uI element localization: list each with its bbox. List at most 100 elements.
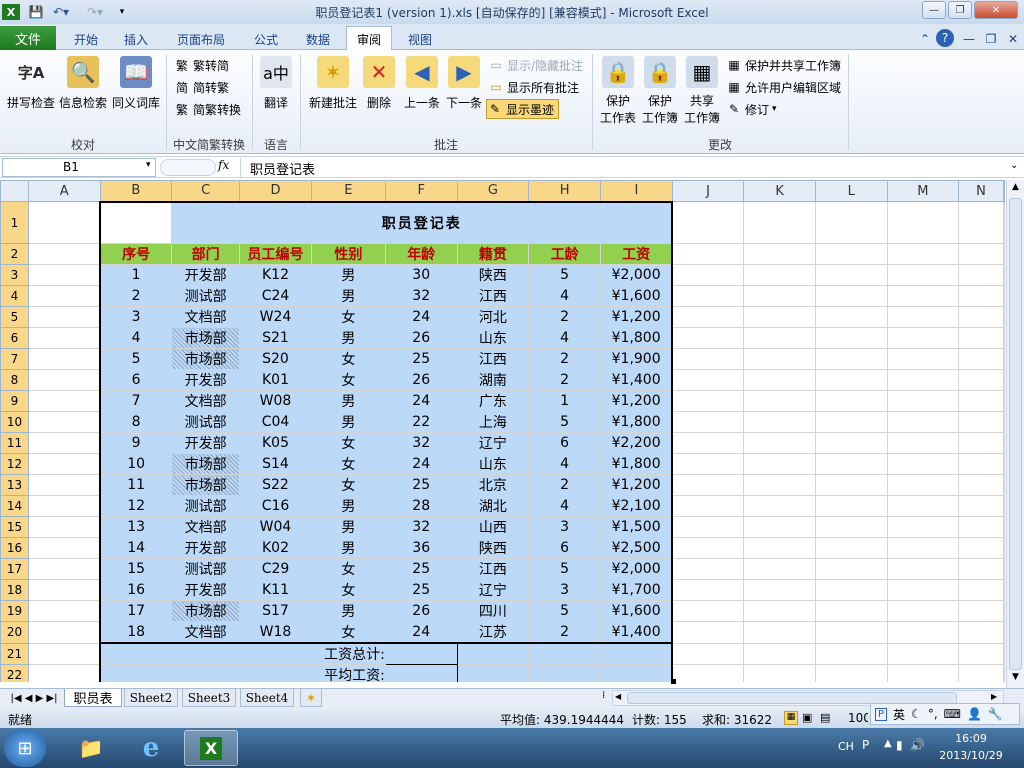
table-cell[interactable]: 12 bbox=[99, 495, 173, 517]
protect-sheet-button[interactable]: 🔒 保护 工作表 bbox=[598, 56, 638, 126]
protect-share-workbook-button[interactable]: ▦ 保护并共享工作簿 bbox=[726, 56, 841, 74]
table-header-cell[interactable]: 部门 bbox=[171, 243, 241, 265]
table-cell[interactable]: 江西 bbox=[456, 348, 530, 370]
empty-cell[interactable] bbox=[1003, 432, 1005, 454]
table-cell[interactable]: 2 bbox=[528, 474, 601, 496]
table-cell[interactable]: ¥1,200 bbox=[599, 474, 674, 496]
empty-cell[interactable] bbox=[1003, 495, 1005, 517]
empty-cell[interactable] bbox=[671, 579, 745, 601]
table-cell[interactable]: 3 bbox=[528, 516, 601, 538]
table-cell[interactable]: 江西 bbox=[456, 285, 530, 307]
insert-sheet-icon[interactable]: ✶ bbox=[300, 689, 322, 707]
table-cell[interactable]: ¥1,500 bbox=[599, 516, 674, 538]
empty-cell[interactable] bbox=[814, 495, 888, 517]
table-cell[interactable]: 36 bbox=[384, 537, 458, 559]
empty-cell[interactable] bbox=[958, 411, 1004, 433]
table-cell[interactable]: ¥1,800 bbox=[599, 411, 674, 433]
sheet-nav-arrows-icon[interactable]: |◀ ◀ ▶ ▶| bbox=[4, 689, 64, 707]
empty-cell[interactable] bbox=[886, 243, 960, 265]
row-header-8[interactable]: 8 bbox=[0, 369, 29, 391]
table-cell[interactable]: 26 bbox=[384, 327, 458, 349]
clock-date[interactable]: 2013/10/29 bbox=[930, 749, 1012, 762]
sheet-tab-active[interactable]: 职员表 bbox=[64, 689, 122, 707]
punctuation-icon[interactable]: °, bbox=[928, 707, 938, 721]
empty-cell[interactable] bbox=[886, 411, 960, 433]
column-header-j[interactable]: J bbox=[671, 180, 745, 202]
sheet-tab-2[interactable]: Sheet2 bbox=[124, 689, 178, 707]
table-cell[interactable]: 男 bbox=[310, 516, 386, 538]
table-cell[interactable] bbox=[239, 642, 312, 665]
table-cell[interactable]: 6 bbox=[99, 369, 173, 391]
empty-cell[interactable] bbox=[671, 411, 745, 433]
empty-cell[interactable] bbox=[671, 306, 745, 328]
table-cell[interactable]: 8 bbox=[99, 411, 173, 433]
table-cell[interactable]: 北京 bbox=[456, 474, 530, 496]
close-button[interactable]: ✕ bbox=[974, 1, 1018, 19]
empty-cell[interactable] bbox=[1003, 285, 1005, 307]
table-cell[interactable]: 26 bbox=[384, 600, 458, 622]
empty-cell[interactable] bbox=[886, 432, 960, 454]
table-cell[interactable]: 25 bbox=[384, 474, 458, 496]
table-cell[interactable]: 25 bbox=[384, 579, 458, 601]
empty-cell[interactable] bbox=[27, 495, 101, 517]
empty-cell[interactable] bbox=[958, 306, 1004, 328]
tab-home[interactable]: 开始 bbox=[66, 28, 106, 50]
table-cell[interactable]: C29 bbox=[239, 558, 312, 580]
row-header-9[interactable]: 9 bbox=[0, 390, 29, 412]
column-header-a[interactable]: A bbox=[27, 180, 101, 202]
empty-cell[interactable] bbox=[27, 285, 101, 307]
row-header-14[interactable]: 14 bbox=[0, 495, 29, 517]
empty-cell[interactable] bbox=[814, 390, 888, 412]
summary-value-cell[interactable] bbox=[384, 664, 458, 682]
expand-formula-bar-icon[interactable]: ⌄ bbox=[1010, 160, 1018, 171]
empty-cell[interactable] bbox=[1003, 621, 1005, 644]
table-header-cell[interactable]: 工资 bbox=[599, 243, 674, 265]
empty-cell[interactable] bbox=[671, 348, 745, 370]
table-cell[interactable]: 女 bbox=[310, 579, 386, 601]
show-hide-comment-button[interactable]: ▭ 显示/隐藏批注 bbox=[488, 56, 583, 74]
empty-cell[interactable] bbox=[27, 453, 101, 475]
empty-cell[interactable] bbox=[671, 474, 745, 496]
table-cell[interactable]: ¥1,600 bbox=[599, 600, 674, 622]
table-cell[interactable] bbox=[599, 664, 674, 682]
protect-workbook-button[interactable]: 🔒 保护 工作簿 bbox=[640, 56, 680, 126]
table-cell[interactable]: 测试部 bbox=[171, 495, 241, 517]
table-title[interactable]: 职员登记表 bbox=[171, 200, 674, 244]
table-cell[interactable]: 32 bbox=[384, 432, 458, 454]
empty-cell[interactable] bbox=[743, 474, 816, 496]
empty-cell[interactable] bbox=[671, 243, 745, 265]
table-cell[interactable]: 陕西 bbox=[456, 264, 530, 286]
table-cell[interactable]: ¥1,400 bbox=[599, 621, 674, 644]
table-cell[interactable]: 测试部 bbox=[171, 285, 241, 307]
table-header-cell[interactable]: 员工编号 bbox=[239, 243, 312, 265]
help-icon[interactable]: ? bbox=[936, 29, 954, 47]
name-box-dropdown-icon[interactable]: ▾ bbox=[146, 160, 151, 170]
network-icon[interactable]: ▮ bbox=[896, 738, 903, 752]
empty-cell[interactable] bbox=[958, 474, 1004, 496]
table-cell[interactable]: 6 bbox=[528, 432, 601, 454]
empty-cell[interactable] bbox=[671, 516, 745, 538]
empty-cell[interactable] bbox=[671, 558, 745, 580]
table-cell[interactable]: 男 bbox=[310, 390, 386, 412]
empty-cell[interactable] bbox=[886, 369, 960, 391]
fill-handle[interactable] bbox=[671, 679, 676, 684]
table-cell[interactable]: 市场部 bbox=[171, 600, 241, 622]
table-cell[interactable]: 5 bbox=[528, 411, 601, 433]
table-cell[interactable]: 男 bbox=[310, 411, 386, 433]
table-cell[interactable]: 开发部 bbox=[171, 369, 241, 391]
table-cell[interactable]: 10 bbox=[99, 453, 173, 475]
empty-cell[interactable] bbox=[27, 642, 101, 665]
table-cell[interactable]: 17 bbox=[99, 600, 173, 622]
table-cell[interactable]: 女 bbox=[310, 369, 386, 391]
empty-cell[interactable] bbox=[886, 348, 960, 370]
excel-taskbar-icon[interactable]: X bbox=[184, 730, 238, 766]
table-cell[interactable]: 4 bbox=[528, 327, 601, 349]
formula-input[interactable]: 职员登记表 bbox=[250, 159, 315, 178]
empty-cell[interactable] bbox=[886, 306, 960, 328]
table-cell[interactable] bbox=[456, 664, 530, 682]
table-cell[interactable]: 开发部 bbox=[171, 579, 241, 601]
empty-cell[interactable] bbox=[958, 558, 1004, 580]
empty-cell[interactable] bbox=[886, 495, 960, 517]
empty-cell[interactable] bbox=[814, 369, 888, 391]
table-cell[interactable]: 山东 bbox=[456, 453, 530, 475]
